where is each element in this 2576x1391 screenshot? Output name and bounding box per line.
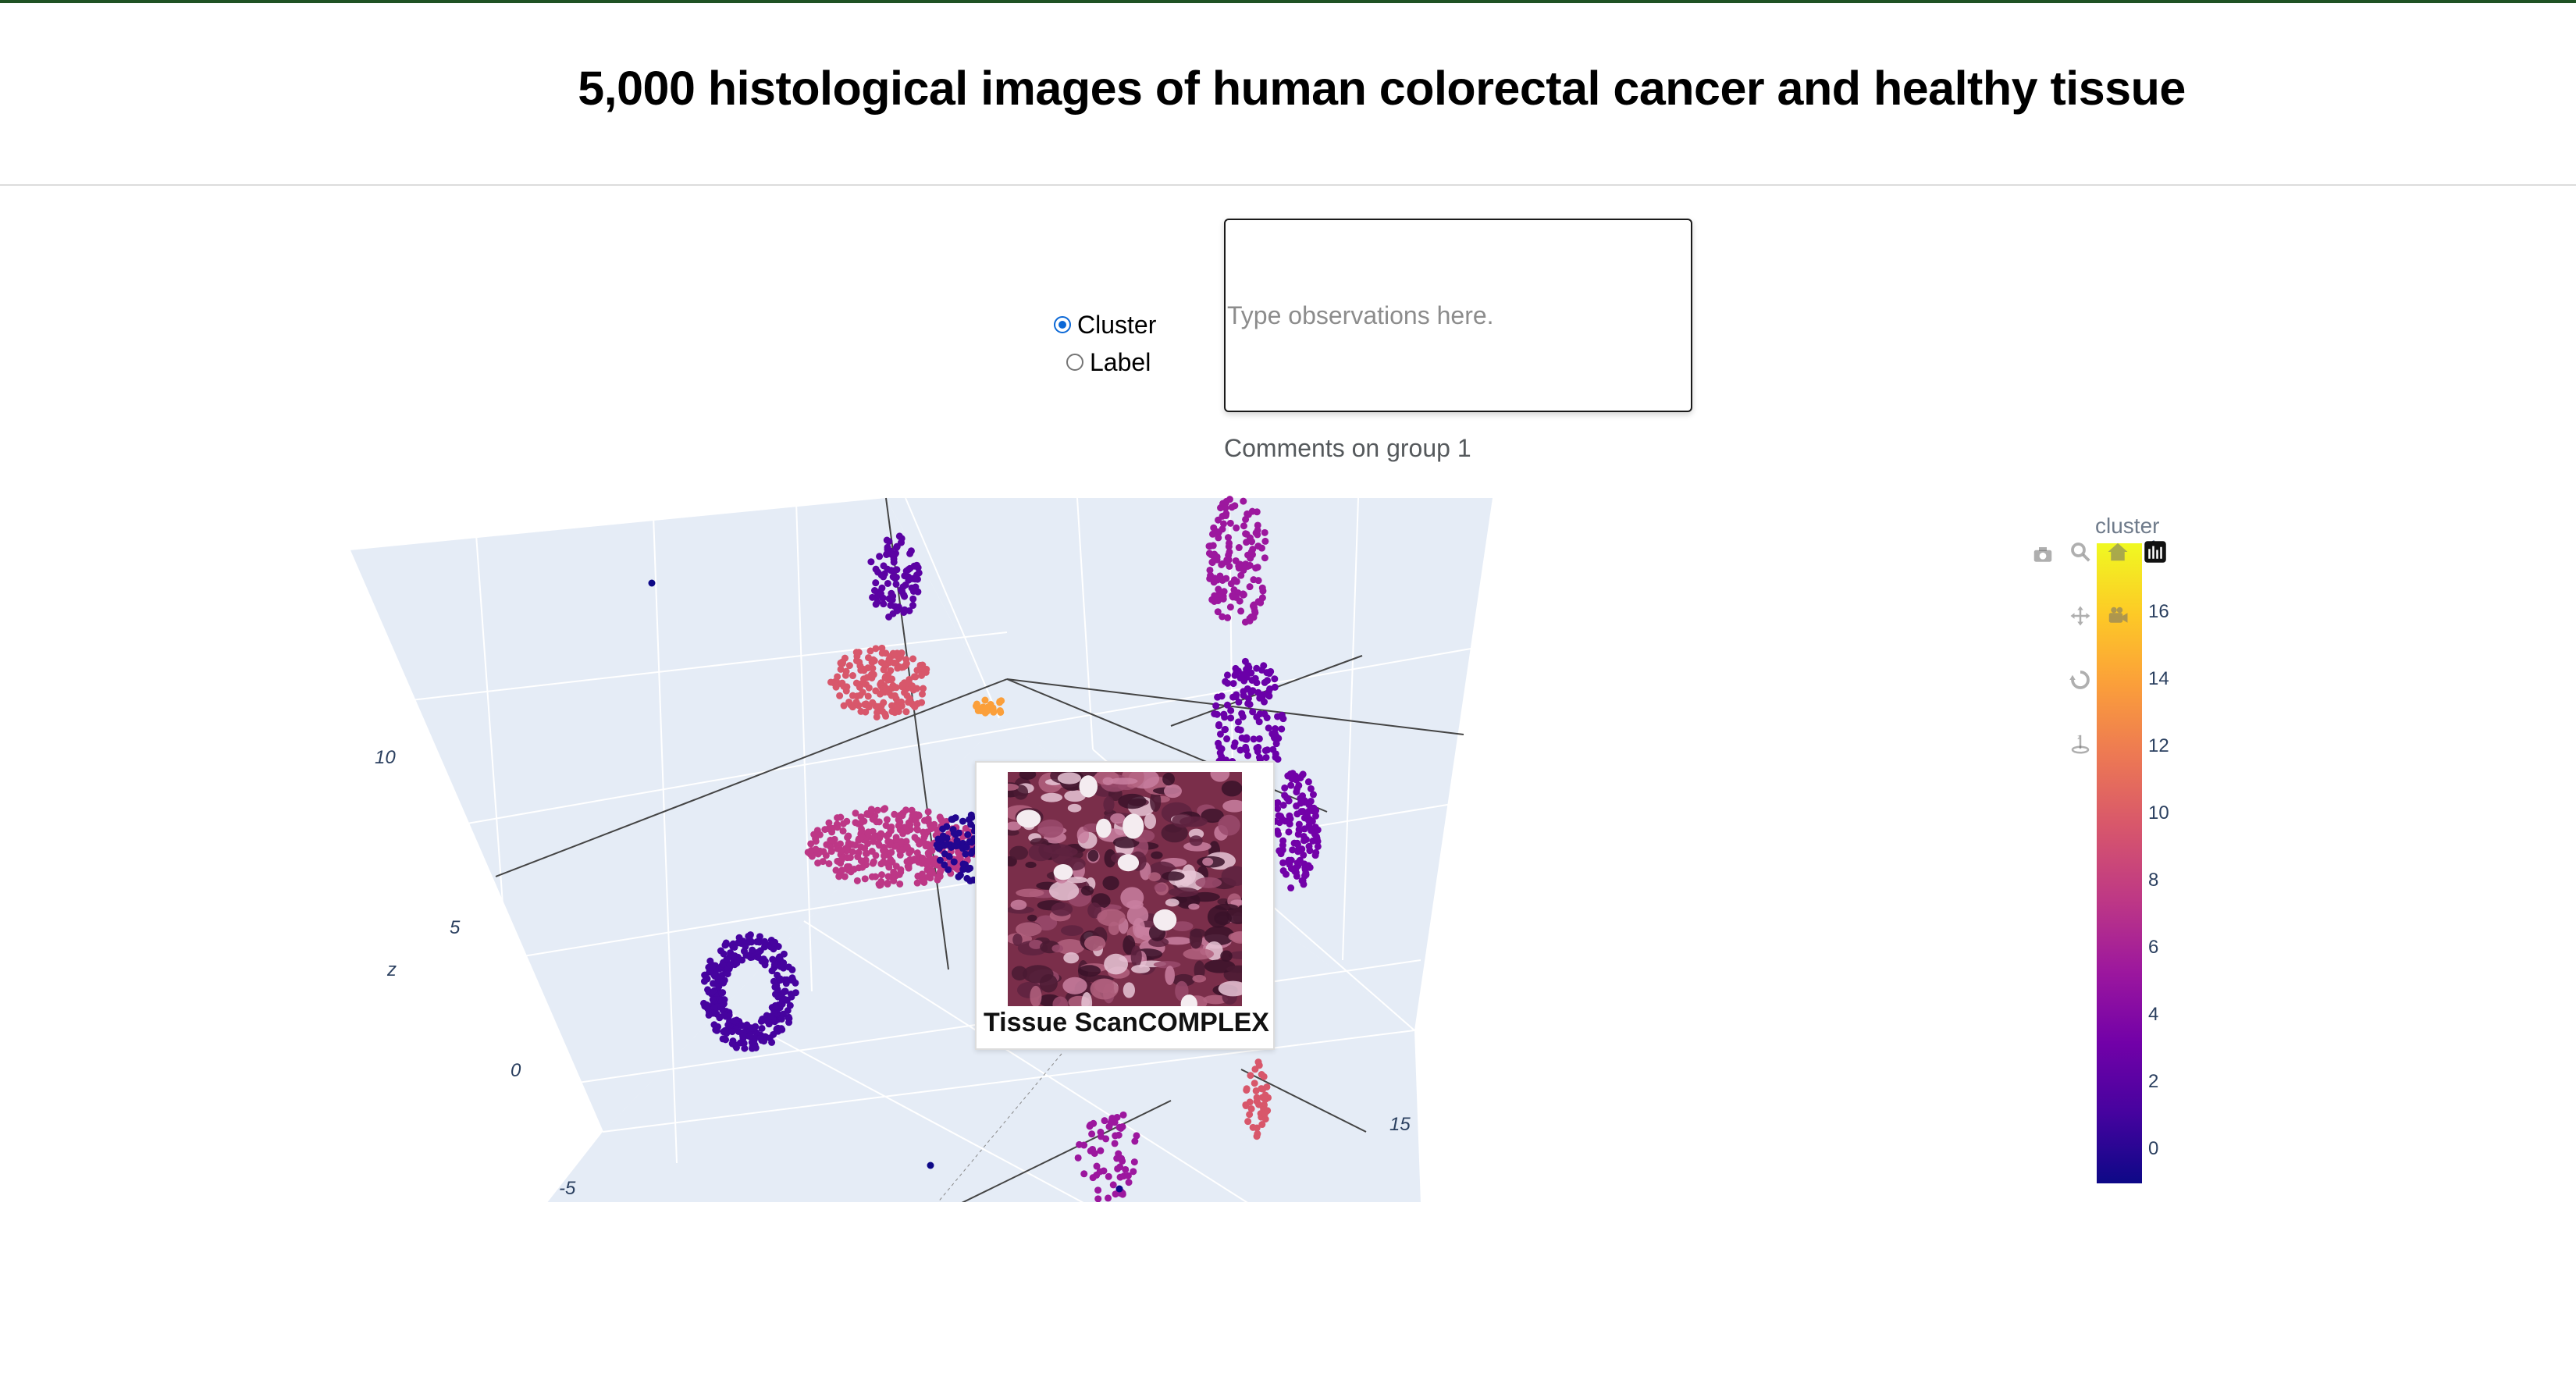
- top-accent-bar: [0, 0, 2576, 3]
- colorbar-title: cluster: [2095, 514, 2160, 538]
- z-tick-0: 0: [511, 1060, 521, 1081]
- home-icon[interactable]: [2105, 539, 2131, 565]
- radio-button-label[interactable]: [1066, 354, 1083, 371]
- colorbar-tick-0: 0: [2148, 1138, 2159, 1159]
- comments-label: Comments on group 1: [1224, 434, 1471, 462]
- scatter-3d-plot[interactable]: 10 5 0 -5 z 15: [312, 492, 1499, 1202]
- tissue-thumbnail: [1008, 772, 1242, 1006]
- reset-axes-icon[interactable]: z: [2067, 731, 2094, 757]
- colorbar-tick-8: 8: [2148, 870, 2159, 891]
- radio-option-label[interactable]: Label: [1054, 343, 1156, 381]
- z-tick-5: 5: [450, 917, 461, 938]
- pan-icon[interactable]: [2067, 603, 2094, 629]
- observations-placeholder: Type observations here.: [1227, 301, 1494, 329]
- camera-icon[interactable]: [2030, 542, 2056, 568]
- x-tick-15: 15: [1389, 1114, 1411, 1135]
- zoom-icon[interactable]: [2067, 539, 2094, 565]
- svg-text:z: z: [2077, 734, 2080, 741]
- z-axis-title: z: [386, 959, 397, 980]
- colorbar-tick-6: 6: [2148, 937, 2159, 958]
- z-tick-neg5: -5: [559, 1178, 576, 1199]
- radio-option-cluster[interactable]: Cluster: [1054, 306, 1156, 343]
- header-divider: [0, 184, 2576, 186]
- hover-label: Tissue ScanCOMPLEX: [984, 1008, 1269, 1037]
- orbit-camera-icon[interactable]: [2105, 603, 2131, 629]
- page-title: 5,000 histological images of human color…: [578, 62, 2186, 115]
- colorbar-tick-2: 2: [2148, 1071, 2159, 1092]
- plot-modebar: z: [2030, 539, 2186, 757]
- turntable-rotation-icon[interactable]: [2067, 667, 2094, 693]
- color-mode-radio-group: Cluster Label: [1054, 306, 1156, 381]
- colorbar-tick-4: 4: [2148, 1004, 2159, 1025]
- z-tick-10: 10: [375, 747, 396, 768]
- radio-button-cluster[interactable]: [1054, 316, 1071, 333]
- radio-label-label: Label: [1090, 348, 1151, 376]
- colorbar-tick-10: 10: [2148, 802, 2169, 824]
- radio-label-cluster: Cluster: [1077, 311, 1157, 339]
- observations-textarea[interactable]: Type observations here.: [1224, 219, 1692, 412]
- bar-chart-icon[interactable]: [2142, 539, 2169, 565]
- hover-card: Tissue ScanCOMPLEX: [975, 761, 1275, 1050]
